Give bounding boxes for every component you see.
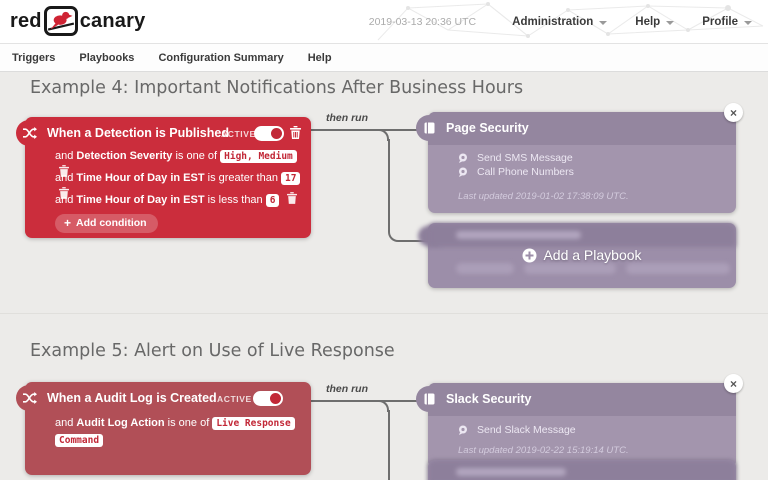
- then-run-label: then run: [326, 383, 368, 395]
- section-title-example4: Example 4: Important Notifications After…: [30, 78, 523, 98]
- logo-text-canary: canary: [80, 10, 146, 33]
- nav-item-triggers[interactable]: Triggers: [12, 52, 55, 64]
- close-icon: ×: [730, 107, 737, 119]
- condition-operator: is one of: [168, 417, 210, 429]
- connector-line: [311, 400, 418, 402]
- triggers-page: red canary 2019-03-13 20:36 UTC Administ…: [0, 0, 768, 480]
- book-icon: [424, 122, 435, 134]
- nav-item-configuration-summary[interactable]: Configuration Summary: [158, 52, 283, 64]
- action-icon: [458, 153, 468, 163]
- condition-operator: is greater than: [208, 172, 278, 184]
- section-divider: [0, 313, 768, 314]
- chevron-down-icon: [744, 21, 752, 25]
- playbook-action[interactable]: Call Phone Numbers: [458, 166, 574, 178]
- last-updated-text: Last updated 2019-02-22 15:19:14 UTC.: [458, 445, 629, 456]
- connector-curve: [368, 400, 389, 412]
- canary-bird-icon: [44, 6, 78, 36]
- action-icon: [458, 425, 468, 435]
- condition-field: Time Hour of Day in EST: [76, 194, 204, 206]
- condition-operator: is less than: [208, 194, 263, 206]
- close-icon: ×: [730, 378, 737, 390]
- condition-prefix: and: [55, 417, 73, 429]
- close-button[interactable]: ×: [724, 374, 743, 393]
- book-icon: [424, 393, 435, 405]
- trigger-tab: [16, 120, 48, 146]
- last-updated-text: Last updated 2019-01-02 17:38:09 UTC.: [458, 191, 629, 202]
- playbook-action[interactable]: Send SMS Message: [458, 152, 573, 164]
- utc-timestamp: 2019-03-13 20:36 UTC: [369, 16, 476, 28]
- playbook-tab: [416, 386, 446, 412]
- connector-curve: [368, 129, 389, 141]
- trigger-tab: [16, 385, 48, 411]
- trigger-card-audit-log: When a Audit Log is Created ACTIVE and A…: [25, 382, 311, 475]
- delete-condition-button[interactable]: [287, 192, 297, 210]
- blurred-playbook-partial: [428, 460, 736, 480]
- condition-row: and Audit Log Action is one of Live Resp…: [55, 415, 293, 449]
- nav-item-help[interactable]: Help: [308, 52, 332, 64]
- menu-profile[interactable]: Profile: [702, 16, 752, 28]
- condition-value[interactable]: High, Medium: [220, 150, 297, 163]
- condition-prefix: and: [55, 194, 73, 206]
- playbook-card-slack-security: Slack Security × Send Slack Message Last…: [428, 383, 736, 468]
- connector-line: [311, 129, 418, 131]
- shuffle-icon: [23, 392, 37, 404]
- chevron-down-icon: [599, 21, 607, 25]
- logo-text-red: red: [10, 10, 42, 33]
- condition-prefix: and: [55, 172, 73, 184]
- action-icon: [458, 167, 468, 177]
- playbook-title: Page Security: [446, 121, 529, 135]
- then-run-label: then run: [326, 112, 368, 124]
- red-canary-logo[interactable]: red canary: [10, 6, 145, 36]
- top-header: red canary 2019-03-13 20:36 UTC Administ…: [0, 0, 768, 44]
- condition-field: Audit Log Action: [76, 417, 164, 429]
- chevron-down-icon: [666, 21, 674, 25]
- condition-value[interactable]: 17: [281, 172, 300, 185]
- active-toggle[interactable]: [253, 391, 283, 406]
- condition-field: Detection Severity: [76, 150, 172, 162]
- add-playbook-button[interactable]: Add a Playbook: [428, 247, 736, 263]
- toggle-knob: [270, 393, 281, 404]
- section-title-example5: Example 5: Alert on Use of Live Response: [30, 341, 395, 361]
- trigger-card-detection-published: When a Detection is Published ACTIVE and…: [25, 117, 311, 238]
- playbook-tab: [416, 115, 446, 141]
- condition-field: Time Hour of Day in EST: [76, 172, 204, 184]
- active-status-label: ACTIVE: [217, 394, 252, 404]
- close-button[interactable]: ×: [724, 103, 743, 122]
- secondary-nav: Triggers Playbooks Configuration Summary…: [0, 44, 768, 72]
- condition-operator: is one of: [175, 150, 217, 162]
- menu-administration[interactable]: Administration: [512, 16, 607, 28]
- connector-branch: [388, 410, 390, 480]
- condition-value[interactable]: 6: [266, 194, 280, 207]
- toggle-knob: [271, 128, 282, 139]
- blurred-playbook-placeholder: Add a Playbook: [428, 223, 736, 288]
- playbook-card-page-security: Page Security × Send SMS Message Call Ph…: [428, 112, 736, 213]
- playbook-action[interactable]: Send Slack Message: [458, 424, 576, 436]
- condition-prefix: and: [55, 150, 73, 162]
- active-status-label: ACTIVE: [221, 129, 256, 139]
- menu-help[interactable]: Help: [635, 16, 674, 28]
- shuffle-icon: [23, 127, 37, 139]
- condition-row: and Time Hour of Day in EST is less than…: [55, 192, 297, 210]
- trigger-title: When a Audit Log is Created: [47, 391, 217, 405]
- playbook-title: Slack Security: [446, 392, 531, 406]
- delete-trigger-button[interactable]: [290, 126, 301, 144]
- add-condition-button[interactable]: + Add condition: [55, 214, 158, 233]
- blurred-content: [428, 460, 736, 480]
- plus-icon: +: [64, 218, 71, 228]
- nav-item-playbooks[interactable]: Playbooks: [79, 52, 134, 64]
- plus-circle-icon: [522, 248, 537, 263]
- active-toggle[interactable]: [254, 126, 284, 141]
- trigger-title: When a Detection is Published: [47, 126, 229, 140]
